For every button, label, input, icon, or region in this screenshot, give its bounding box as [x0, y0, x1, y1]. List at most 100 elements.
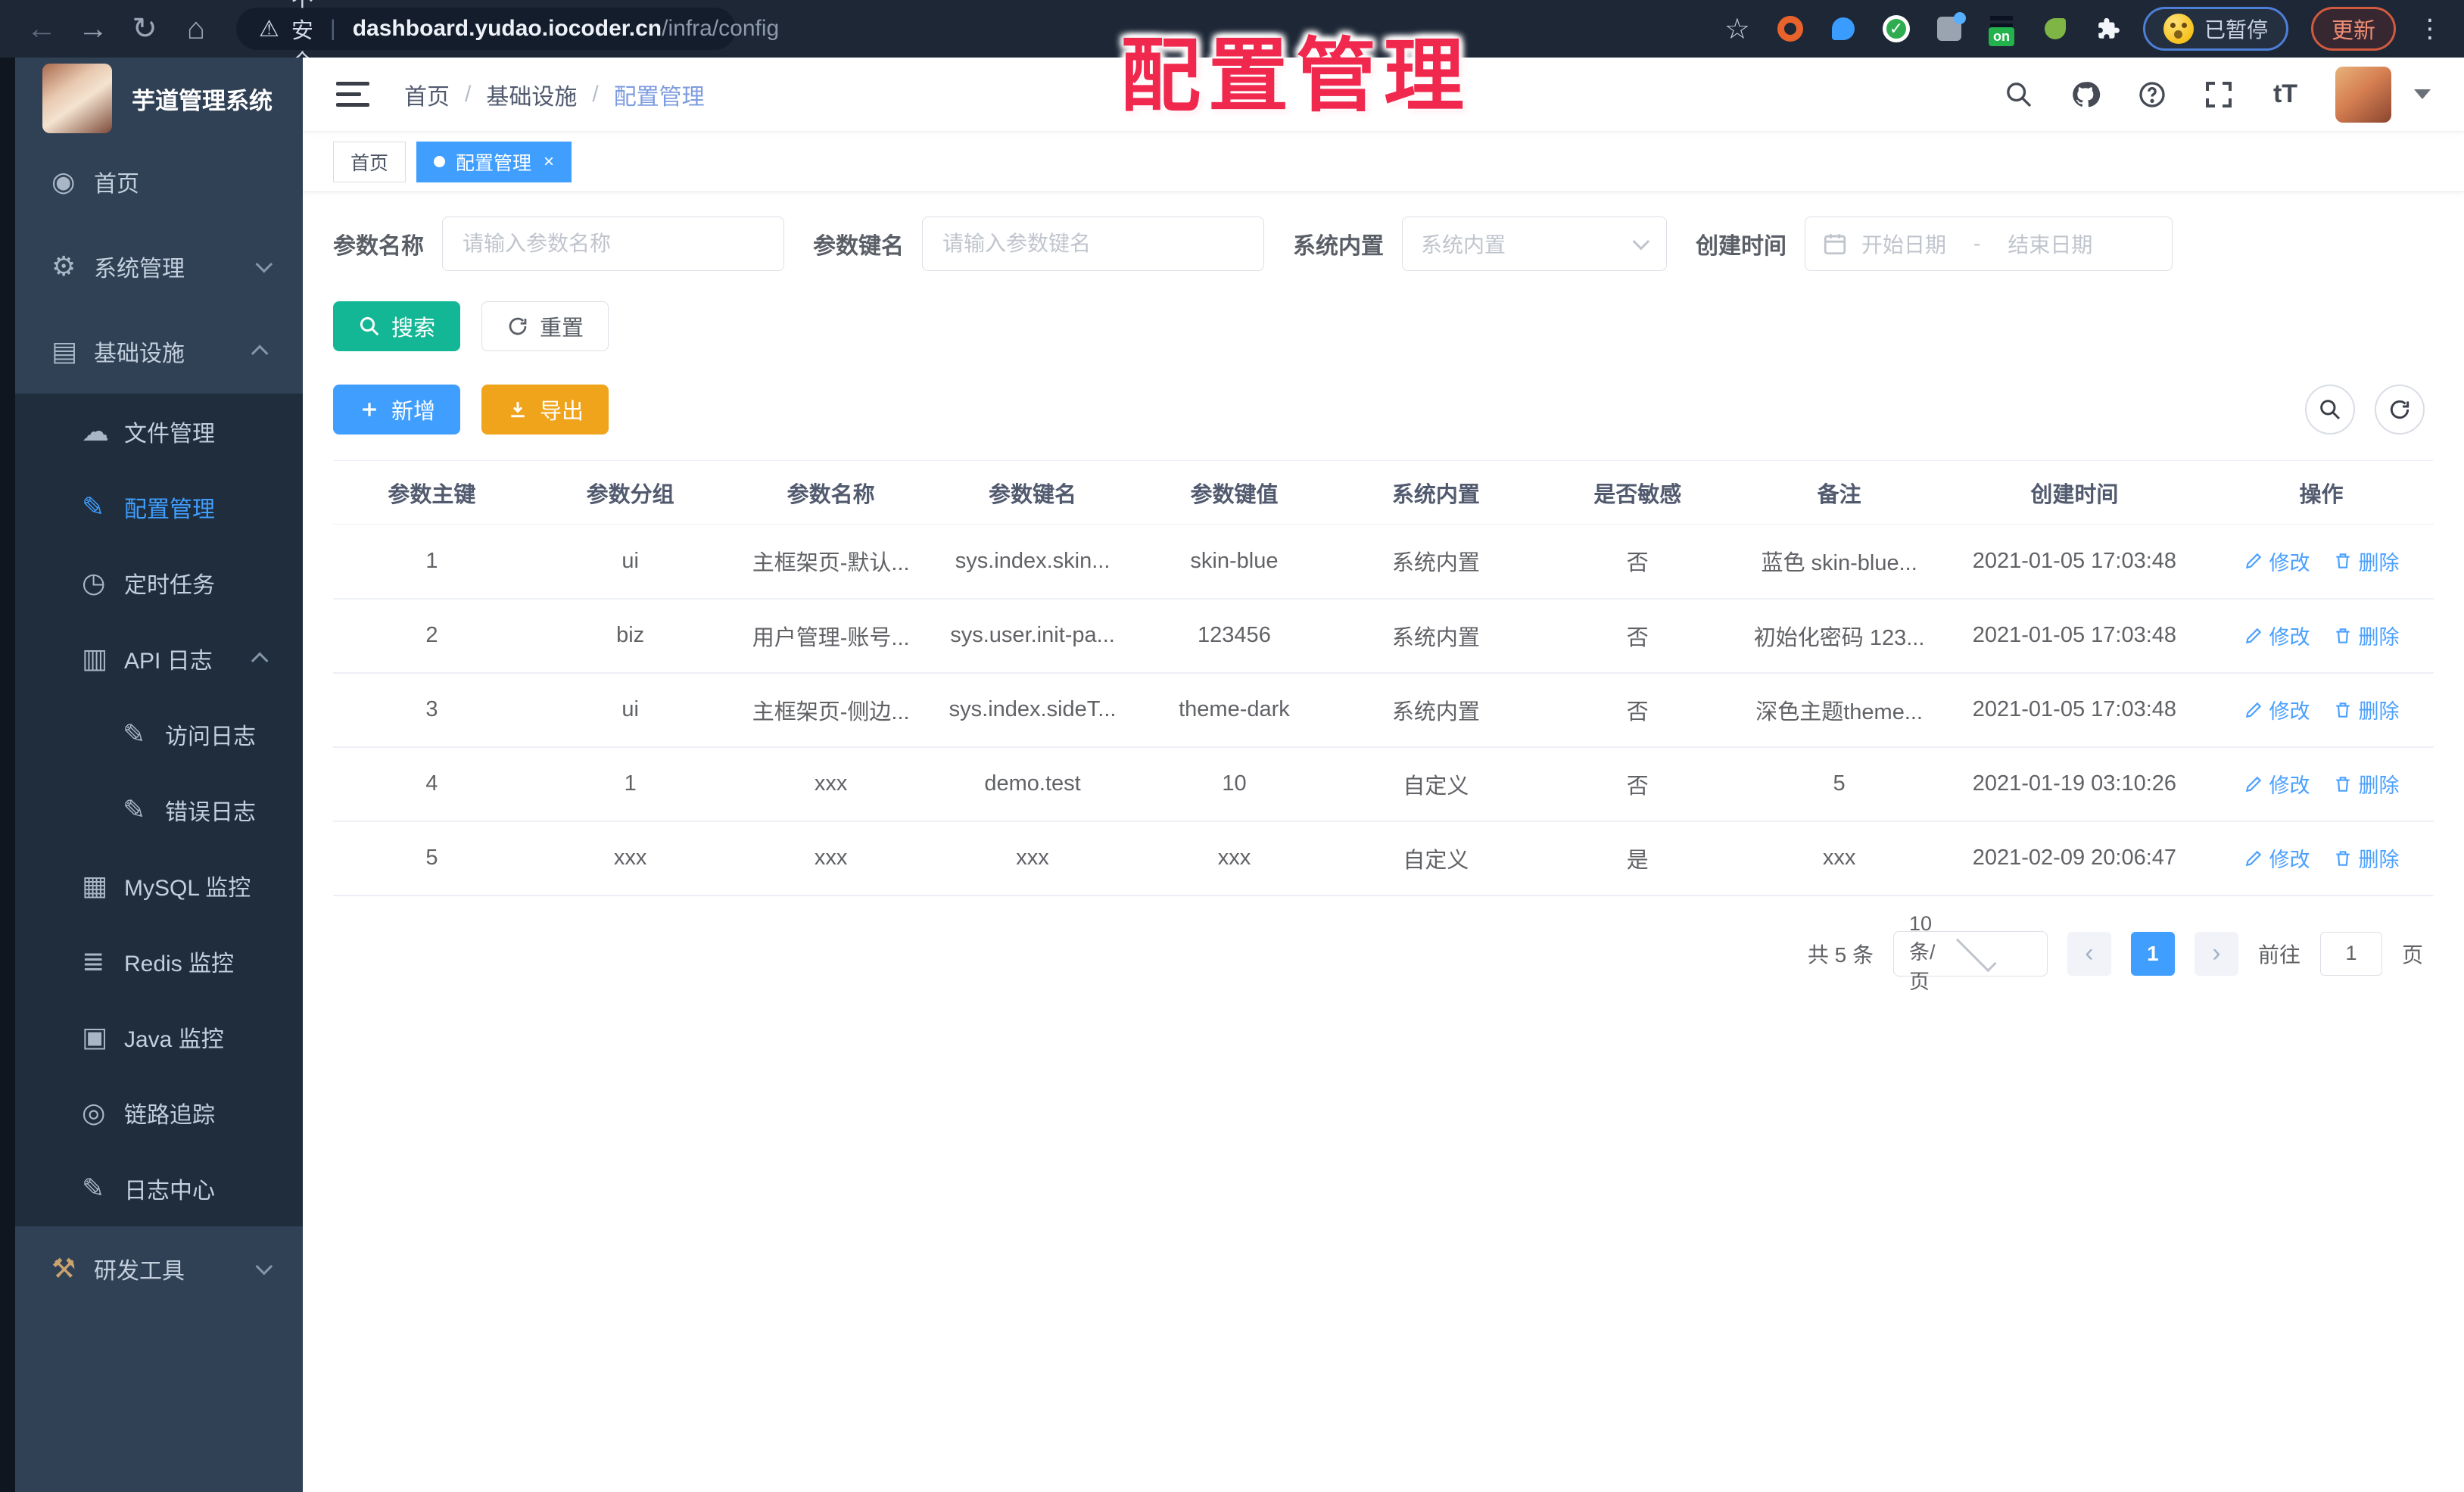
- collapse-sidebar-icon[interactable]: [336, 82, 369, 107]
- extension-leaf-icon[interactable]: [2042, 15, 2069, 42]
- sidebar-item-devtools[interactable]: ⚒ 研发工具: [15, 1226, 303, 1311]
- github-icon[interactable]: [2069, 78, 2102, 111]
- profile-emoji-icon: [2163, 14, 2194, 44]
- fullscreen-icon[interactable]: [2202, 78, 2235, 111]
- browser-menu-icon[interactable]: ⋮: [2417, 14, 2444, 44]
- browser-reload-button[interactable]: ↻: [123, 7, 167, 51]
- delete-row-button[interactable]: 删除: [2333, 695, 2400, 724]
- user-avatar[interactable]: [2335, 66, 2391, 123]
- sidebar-item-log-center[interactable]: ✎ 日志中心: [15, 1151, 303, 1226]
- page-1-button[interactable]: 1: [2130, 931, 2175, 976]
- toggle-search-button[interactable]: [2305, 385, 2355, 435]
- builtin-select[interactable]: 系统内置: [1402, 216, 1667, 271]
- tags-view-bar: 首页 配置管理 ×: [303, 132, 2464, 192]
- param-name-label: 参数名称: [333, 234, 424, 259]
- sidebar-item-trace[interactable]: ◎ 链路追踪: [15, 1075, 303, 1151]
- extension-on-badge-icon[interactable]: on: [1988, 15, 2016, 46]
- sidebar-item-config[interactable]: ✎ 配置管理: [15, 469, 303, 545]
- sidebar-item-api-log[interactable]: ▥ API 日志: [15, 621, 303, 696]
- add-button[interactable]: 新增: [333, 385, 461, 435]
- sidebar-item-home[interactable]: ◉ 首页: [15, 139, 303, 224]
- extension-pin-icon[interactable]: [1830, 15, 1857, 42]
- browser-update-button[interactable]: 更新: [2310, 7, 2396, 51]
- extension-grid-icon[interactable]: [1936, 12, 1966, 42]
- page-size-select[interactable]: 10条/页: [1892, 912, 2048, 993]
- extensions-puzzle-icon[interactable]: [2095, 15, 2122, 42]
- chevron-down-icon: [255, 255, 273, 273]
- edit-row-button[interactable]: 修改: [2244, 621, 2310, 650]
- delete-row-button[interactable]: 删除: [2333, 547, 2400, 576]
- sidebar-item-system[interactable]: ⚙ 系统管理: [15, 224, 303, 309]
- breadcrumb-home[interactable]: 首页: [404, 78, 450, 111]
- delete-row-button[interactable]: 删除: [2333, 843, 2400, 873]
- help-icon[interactable]: [2135, 78, 2169, 111]
- sidebar-item-mysql[interactable]: ▦ MySQL 监控: [15, 848, 303, 924]
- delete-row-button[interactable]: 删除: [2333, 621, 2400, 650]
- chevron-down-icon: [255, 1257, 273, 1276]
- tab-home[interactable]: 首页: [333, 141, 407, 182]
- create-time-label: 创建时间: [1696, 234, 1786, 259]
- bookmark-star-icon[interactable]: ☆: [1724, 14, 1751, 45]
- dashboard-icon: ◉: [51, 166, 76, 197]
- gear-icon: ⚙: [51, 251, 76, 282]
- param-key-label: 参数键名: [813, 234, 904, 259]
- sidebar-item-file[interactable]: ☁ 文件管理: [15, 394, 303, 469]
- table-row: 5 xxx xxx xxx xxx 自定义 是 xxx 2021-02-09 2…: [333, 821, 2434, 896]
- font-size-icon[interactable]: tT: [2269, 78, 2302, 111]
- extension-green-icon[interactable]: ✓: [1882, 15, 1910, 42]
- param-name-input[interactable]: [442, 216, 784, 271]
- active-tab-dot: [434, 156, 446, 167]
- search-button[interactable]: 搜索: [333, 301, 461, 351]
- browser-forward-button[interactable]: →: [71, 7, 115, 51]
- user-menu-caret-icon[interactable]: [2414, 89, 2431, 99]
- eye-icon: ◎: [82, 1097, 106, 1128]
- calendar-icon: [1822, 231, 1848, 257]
- access-log-icon: ✎: [123, 718, 146, 749]
- monitor-icon: ▤: [51, 335, 78, 366]
- edit-row-button[interactable]: 修改: [2244, 547, 2310, 576]
- profile-paused-button[interactable]: 已暂停: [2142, 7, 2288, 51]
- browser-toolbar: ← → ↻ ⌂ ⚠ 不安全 | dashboard.yudao.iocoder.…: [0, 0, 2464, 75]
- next-page-button[interactable]: ›: [2194, 931, 2238, 976]
- edit-row-button[interactable]: 修改: [2244, 843, 2310, 873]
- sidebar-item-java[interactable]: ▣ Java 监控: [15, 999, 303, 1075]
- address-bar[interactable]: ⚠ 不安全 | dashboard.yudao.iocoder.cn/infra…: [236, 0, 779, 75]
- close-tab-icon[interactable]: ×: [544, 151, 554, 173]
- tab-config[interactable]: 配置管理 ×: [416, 141, 572, 182]
- edit-row-button[interactable]: 修改: [2244, 769, 2310, 799]
- sidebar-item-access-log[interactable]: ✎ 访问日志: [15, 696, 303, 772]
- edit-row-button[interactable]: 修改: [2244, 695, 2310, 724]
- browser-back-button[interactable]: ←: [20, 7, 64, 51]
- search-form: 参数名称 参数键名 系统内置 系统内置 创建时间: [333, 216, 2434, 271]
- goto-label: 前往: [2257, 942, 2300, 967]
- prev-page-button[interactable]: ‹: [2067, 931, 2111, 976]
- sidebar-item-error-log[interactable]: ✎ 错误日志: [15, 772, 303, 848]
- export-button[interactable]: 导出: [481, 385, 609, 435]
- edit-square-icon: ✎: [82, 491, 105, 522]
- browser-home-button[interactable]: ⌂: [174, 7, 218, 51]
- date-range-picker[interactable]: 开始日期 - 结束日期: [1805, 216, 2173, 271]
- delete-row-button[interactable]: 删除: [2333, 769, 2400, 799]
- app-title: 芋道管理系统: [132, 87, 273, 114]
- cloud-upload-icon: ☁: [82, 416, 109, 447]
- breadcrumb-infra[interactable]: 基础设施: [486, 78, 577, 111]
- reset-button[interactable]: 重置: [481, 301, 609, 351]
- window-edge-strip: [0, 58, 15, 1492]
- sidebar-item-redis[interactable]: ≣ Redis 监控: [15, 924, 303, 999]
- chevron-up-icon: [251, 652, 269, 670]
- table-row: 3 ui 主框架页-侧边... sys.index.sideT... theme…: [333, 672, 2434, 748]
- sidebar: 芋道管理系统 ◉ 首页 ⚙ 系统管理 ▤ 基础设施 ☁ 文件管理 ✎ 配置管理: [15, 58, 303, 1492]
- breadcrumb: 首页 / 基础设施 / 配置管理: [404, 78, 705, 111]
- refresh-button[interactable]: [2375, 385, 2425, 435]
- sidebar-item-job[interactable]: ◷ 定时任务: [15, 545, 303, 621]
- date-start-placeholder: 开始日期: [1861, 233, 1947, 257]
- toolbox-icon: ⚒: [51, 1253, 76, 1284]
- goto-page-input[interactable]: [2319, 931, 2382, 976]
- search-icon[interactable]: [2002, 78, 2036, 111]
- pagination: 共 5 条 10条/页 ‹ 1 › 前往 页: [333, 912, 2434, 993]
- extension-orange-icon[interactable]: [1777, 15, 1804, 42]
- table-row: 1 ui 主框架页-默认... sys.index.skin... skin-b…: [333, 524, 2434, 600]
- param-key-input[interactable]: [922, 216, 1264, 271]
- sidebar-item-infra[interactable]: ▤ 基础设施: [15, 309, 303, 394]
- breadcrumb-current: 配置管理: [613, 84, 705, 110]
